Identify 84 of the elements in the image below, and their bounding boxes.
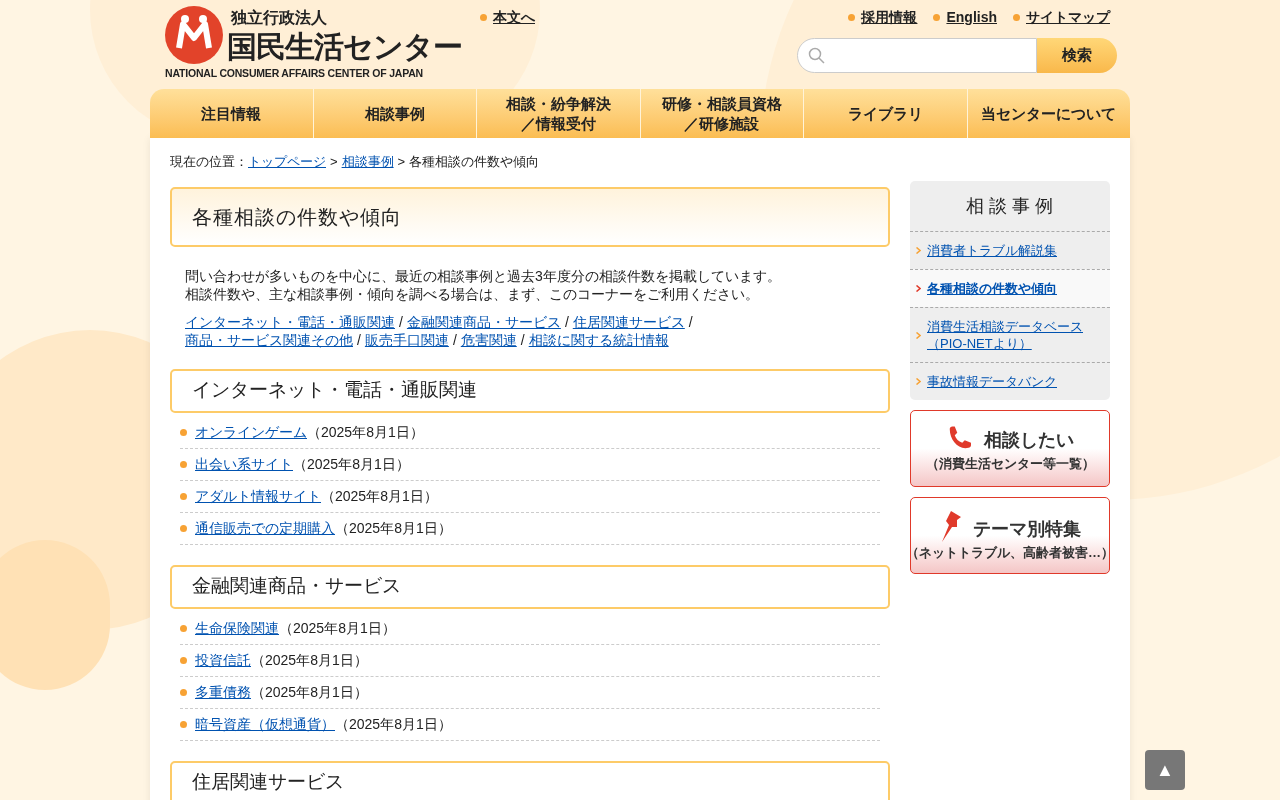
bullet-icon <box>180 688 187 696</box>
banner-title: テーマ別特集 <box>973 517 1081 541</box>
organization-type: 独立行政法人 <box>231 8 328 28</box>
anchor-link[interactable]: インターネット・電話・通販関連 <box>185 313 395 330</box>
header-link[interactable]: サイトマップ <box>1026 7 1110 28</box>
link-separator: / <box>688 313 693 330</box>
skip-link[interactable]: 本文へ <box>493 7 535 28</box>
bullet-icon <box>848 14 856 21</box>
bullet-icon <box>180 524 187 532</box>
search-button[interactable]: 検索 <box>1037 38 1117 73</box>
link-separator: / <box>452 331 457 348</box>
date-text: （2025年8月1日） <box>335 519 452 536</box>
topic-link[interactable]: 出会い系サイト <box>195 455 293 472</box>
chevron-icon <box>916 247 921 254</box>
topic-link[interactable]: 多重債務 <box>195 683 251 700</box>
breadcrumb-link[interactable]: 相談事例 <box>341 152 394 172</box>
nav-tab[interactable]: ライブラリ <box>804 89 968 138</box>
link-separator: / <box>357 331 361 348</box>
topic-link[interactable]: オンラインゲーム <box>195 423 307 440</box>
breadcrumb-current: 各種相談の件数や傾向 <box>409 153 540 171</box>
breadcrumb-label: 現在の位置： <box>170 153 248 171</box>
date-text: （2025年8月1日） <box>279 619 396 636</box>
header-link[interactable]: English <box>946 7 997 28</box>
sidebar-item[interactable]: 事故情報データバンク <box>910 362 1110 400</box>
chevron-icon <box>916 331 921 339</box>
anchor-link[interactable]: 販売手口関連 <box>364 331 449 348</box>
search-icon <box>808 46 826 65</box>
link-separator: / <box>399 313 403 330</box>
page-title: 各種相談の件数や傾向 <box>170 186 890 247</box>
feature-banner[interactable]: 相談したい （消費生活センター等一覧） <box>910 410 1110 487</box>
feature-banner[interactable]: テーマ別特集 （ネットトラブル、高齢者被害…） <box>910 497 1110 574</box>
section-heading: インターネット・電話・通販関連 <box>170 368 890 413</box>
date-text: （2025年8月1日） <box>307 423 424 440</box>
nav-tab[interactable]: 注目情報 <box>150 89 314 138</box>
chevron-icon <box>916 285 921 292</box>
date-text: （2025年8月1日） <box>321 487 438 504</box>
section-heading: 金融関連商品・サービス <box>170 564 890 609</box>
anchor-link[interactable]: 商品・サービス関連その他 <box>185 331 353 348</box>
bullet-icon <box>180 460 187 468</box>
organization-name: 国民生活センター <box>227 30 462 64</box>
intro-text: 問い合わせが多いものを中心に、最近の相談事例と過去3年度分の相談件数を掲載しています。 <box>185 266 782 285</box>
chevron-icon <box>916 378 921 385</box>
banner-subtitle: （消費生活センター等一覧） <box>925 454 1095 473</box>
topic-link[interactable]: アダルト情報サイト <box>195 487 321 504</box>
nav-tab[interactable]: 相談事例 <box>313 89 477 138</box>
bullet-icon <box>1013 14 1020 21</box>
bullet-icon <box>480 14 487 21</box>
anchor-link[interactable]: 住居関連サービス <box>572 313 685 330</box>
date-text: （2025年8月1日） <box>251 683 368 700</box>
link-separator: / <box>564 313 569 330</box>
anchor-link[interactable]: 金融関連商品・サービス <box>406 313 561 330</box>
anchor-link[interactable]: 相談に関する統計情報 <box>528 331 669 348</box>
banner-title: 相談したい <box>984 428 1074 452</box>
topic-link[interactable]: 生命保険関連 <box>195 619 279 636</box>
bullet-icon <box>933 14 941 21</box>
nav-tab[interactable]: 相談・紛争解決 ／情報受付 <box>477 89 641 138</box>
nav-tab[interactable]: 当センターについて <box>967 89 1130 138</box>
bullet-icon <box>180 492 187 500</box>
date-text: （2025年8月1日） <box>335 715 452 732</box>
breadcrumb-separator: > <box>330 153 338 171</box>
logo-icon <box>165 6 223 64</box>
sidebar-item[interactable]: 各種相談の件数や傾向 <box>910 269 1110 307</box>
date-text: （2025年8月1日） <box>251 651 368 668</box>
bullet-icon <box>180 428 187 436</box>
anchor-link[interactable]: 危害関連 <box>460 331 517 348</box>
nav-tab[interactable]: 研修・相談員資格 ／研修施設 <box>640 89 804 138</box>
bullet-icon <box>180 624 187 632</box>
sidebar-title: 相 談 事 例 <box>965 194 1055 218</box>
topic-link[interactable]: 通信販売での定期購入 <box>195 519 335 536</box>
section-heading: 住居関連サービス <box>170 760 890 800</box>
breadcrumb-link[interactable]: トップページ <box>248 152 326 172</box>
intro-text: 相談件数や、主な相談事例・傾向を調べる場合は、まず、このコーナーをご利用ください。 <box>185 284 760 303</box>
breadcrumb-separator: > <box>397 153 406 171</box>
topic-link[interactable]: 暗号資産（仮想通貨） <box>195 715 335 732</box>
link-separator: / <box>520 331 525 348</box>
search-field[interactable] <box>797 38 1037 73</box>
header-link[interactable]: 採用情報 <box>861 7 918 28</box>
back-to-top-button[interactable]: ▲ <box>1145 750 1185 790</box>
sidebar-item[interactable]: 消費生活相談データベース（PIO-NETより） <box>910 307 1110 362</box>
date-text: （2025年8月1日） <box>293 455 410 472</box>
topic-link[interactable]: 投資信託 <box>195 651 251 668</box>
organization-english-name: NATIONAL CONSUMER AFFAIRS CENTER OF JAPAN <box>165 66 424 81</box>
bullet-icon <box>180 656 187 664</box>
bullet-icon <box>180 720 187 728</box>
